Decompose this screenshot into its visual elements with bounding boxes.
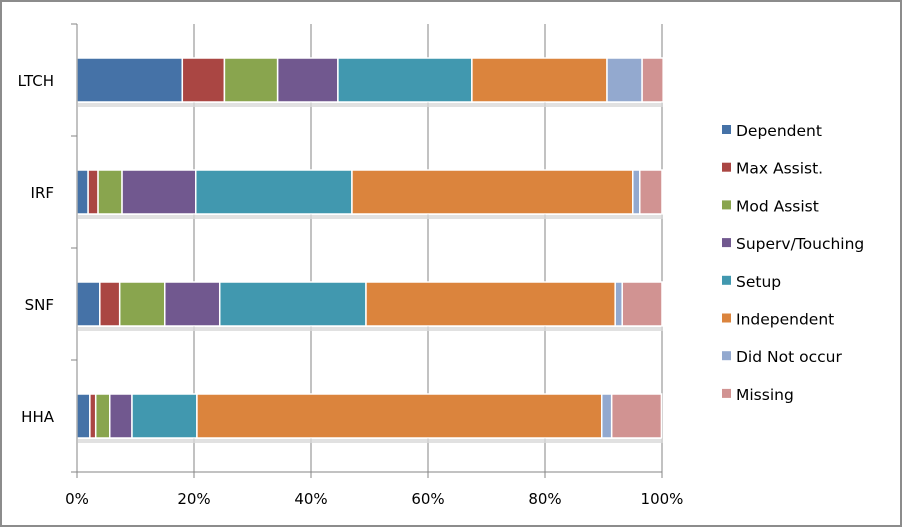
bar-segment-ltch-superv-touching [276, 57, 339, 103]
bar-segment-ltch-setup [337, 57, 473, 103]
legend-label: Mod Assist [736, 197, 819, 215]
bar-segment-irf-mod-assist [97, 169, 123, 215]
x-tick-labels: 0% 20% 40% 60% 80% 100% [65, 490, 683, 508]
bar-segment-hha-setup [131, 393, 198, 439]
x-tick-label: 40% [294, 490, 327, 508]
bar-segment-snf-mod-assist [118, 281, 166, 327]
bar-segment-snf-superv-touching [164, 281, 221, 327]
bars [76, 57, 664, 443]
bar-segment-hha-independent [196, 393, 603, 439]
bar-segment-hha-superv-touching [109, 393, 133, 439]
bar-segment-hha-dependent [76, 393, 91, 439]
bar-segment-snf-independent [365, 281, 616, 327]
legend-label: Superv/Touching [736, 235, 864, 253]
category-label: SNF [25, 296, 54, 314]
category-label: IRF [31, 184, 54, 202]
bar-segment-ltch-mod-assist [223, 57, 279, 103]
bar-segment-irf-superv-touching [121, 169, 197, 215]
bar-segment-snf-setup [218, 281, 367, 327]
bar-shadow [78, 215, 663, 219]
legend-swatch [722, 275, 731, 285]
legend-swatch [722, 388, 731, 398]
bar-segment-hha-max-assist [89, 393, 97, 439]
bar-segment-irf-max-assist [87, 169, 99, 215]
x-tick-label: 0% [65, 490, 89, 508]
stacked-bar-chart: LTCH IRF SNF HHA 0% 20% 40% 60% 80% 100% Depende… [18, 23, 864, 508]
bar-segment-snf-missing [621, 281, 663, 327]
legend-swatch [722, 162, 731, 172]
legend-swatch [722, 238, 731, 248]
bar-segment-snf-max-assist [99, 281, 121, 327]
bar-segment-ltch-max-assist [181, 57, 226, 103]
bar-shadow [78, 439, 663, 443]
legend-label: Max Assist. [736, 160, 823, 178]
x-tick-label: 100% [641, 490, 684, 508]
bar-segment-hha-mod-assist [94, 393, 111, 439]
category-label: HHA [21, 408, 55, 426]
bar-segment-hha-did-not-occur [600, 393, 613, 439]
legend: Dependent Max Assist. Mod Assist Superv/Tou… [722, 122, 864, 404]
bar-segment-irf-missing [639, 169, 663, 215]
x-tick-label: 60% [411, 490, 444, 508]
bar-segment-irf-setup [195, 169, 353, 215]
x-tick-label: 80% [528, 490, 561, 508]
legend-swatch [722, 313, 731, 323]
bar-segment-ltch-did-not-occur [606, 57, 643, 103]
bar-segment-ltch-independent [471, 57, 608, 103]
bar-segment-ltch-dependent [76, 57, 184, 103]
bar-shadow [78, 103, 663, 107]
bar-segment-irf-dependent [76, 169, 89, 215]
legend-label: Missing [736, 386, 794, 404]
bar-segment-irf-independent [351, 169, 634, 215]
legend-swatch [722, 351, 731, 361]
legend-swatch [722, 200, 731, 210]
category-labels: LTCH IRF SNF HHA [18, 72, 55, 426]
x-tick-label: 20% [177, 490, 210, 508]
chart-frame: LTCH IRF SNF HHA 0% 20% 40% 60% 80% 100% Depende… [0, 0, 902, 527]
bar-segment-snf-dependent [76, 281, 101, 327]
category-label: LTCH [18, 72, 54, 90]
legend-label: Dependent [736, 122, 822, 140]
bar-segment-snf-did-not-occur [614, 281, 623, 327]
bar-segment-irf-did-not-occur [632, 169, 641, 215]
legend-label: Independent [736, 311, 834, 329]
bar-segment-hha-missing [610, 393, 663, 439]
bar-segment-ltch-missing [641, 57, 664, 103]
legend-swatch [722, 125, 731, 134]
legend-label: Did Not occur [736, 348, 842, 366]
legend-label: Setup [736, 273, 781, 291]
bar-shadow [78, 327, 663, 331]
